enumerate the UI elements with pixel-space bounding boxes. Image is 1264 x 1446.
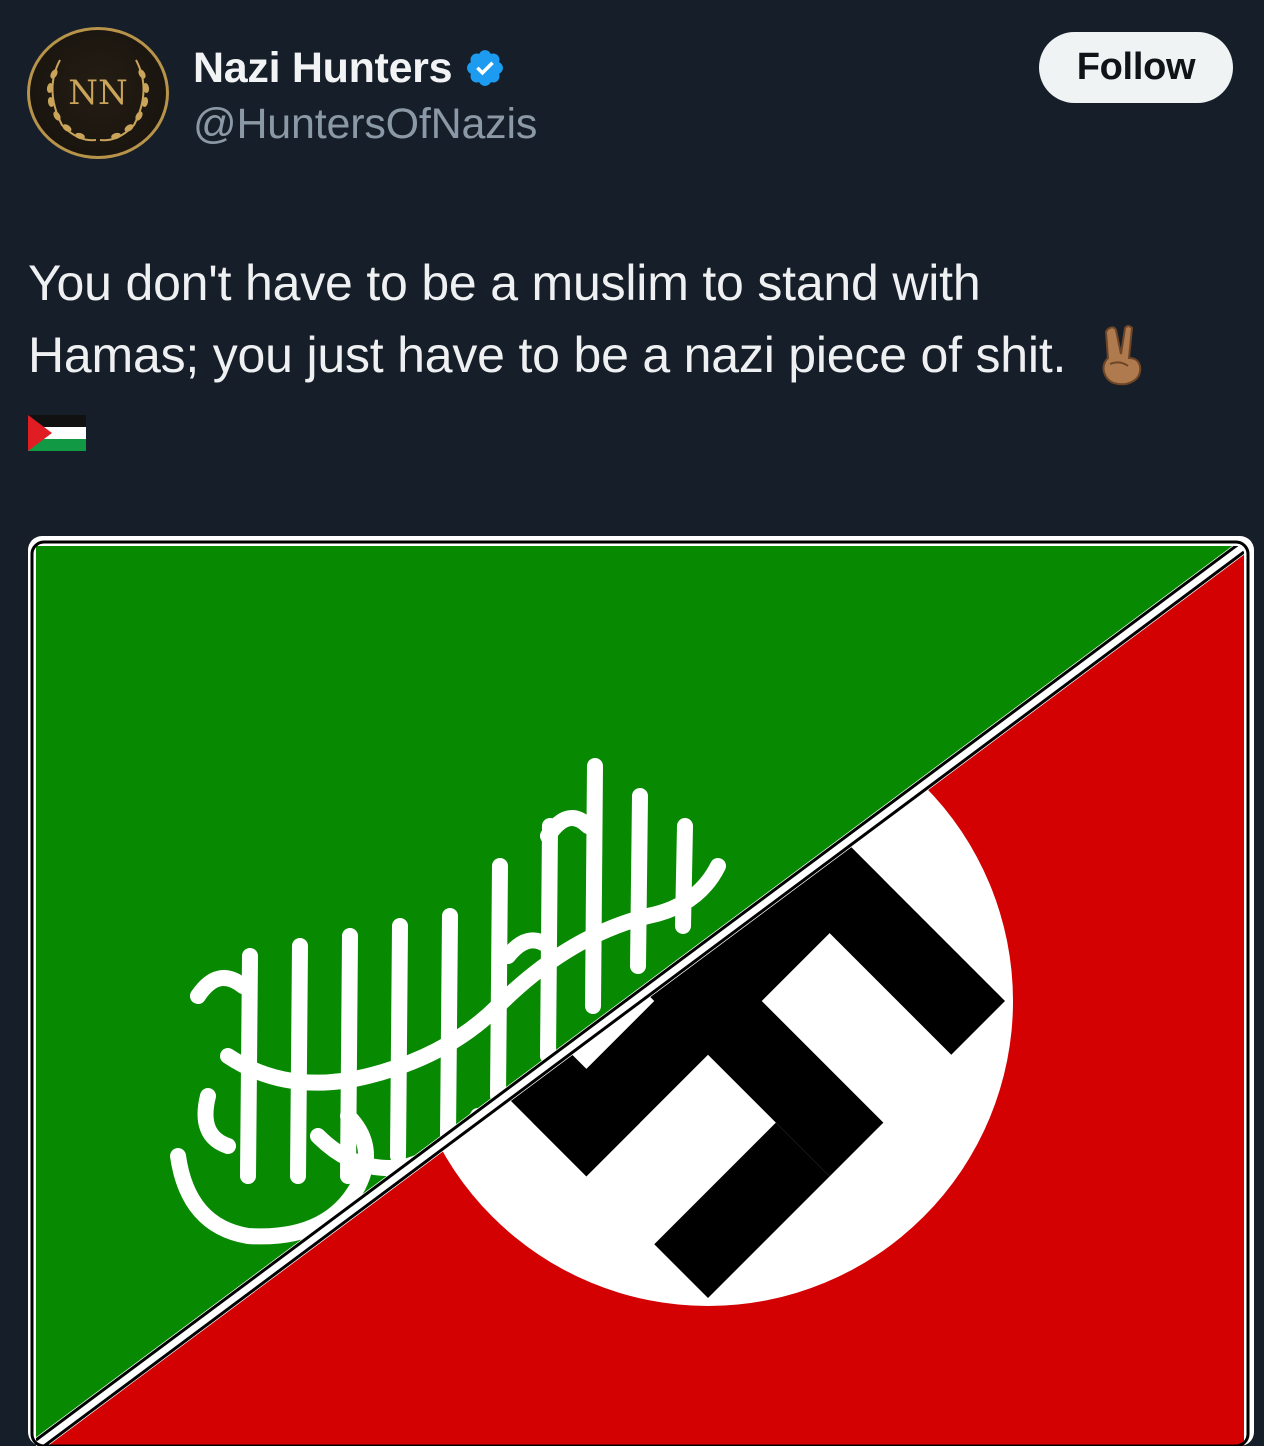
author-handle[interactable]: @HuntersOfNazis xyxy=(193,100,537,149)
tweet-card: NN Nazi Hunters @HuntersOfNazis Follow Y… xyxy=(0,0,1264,1446)
laurel-wreath-icon: NN xyxy=(46,59,150,142)
verified-badge-icon xyxy=(467,50,504,86)
tweet-text-line-2: Hamas; you just have to be a nazi piece … xyxy=(28,327,1067,383)
tweet-text-line-2-wrap: Hamas; you just have to be a nazi piece … xyxy=(28,319,1238,391)
avatar-monogram: NN xyxy=(68,73,128,113)
victory-hand-emoji-icon xyxy=(1102,324,1142,386)
palestine-flag-emoji-icon xyxy=(28,414,86,451)
tweet-text: You don't have to be a muslim to stand w… xyxy=(28,247,1238,463)
author-display-name[interactable]: Nazi Hunters xyxy=(193,44,453,93)
follow-button[interactable]: Follow xyxy=(1039,32,1233,103)
tweet-text-line-1: You don't have to be a muslim to stand w… xyxy=(28,255,981,311)
profile-avatar[interactable]: NN xyxy=(27,27,169,159)
tweet-text-line-3 xyxy=(28,391,1238,463)
split-flag-image xyxy=(28,536,1254,1446)
author-name-row[interactable]: Nazi Hunters xyxy=(193,40,506,96)
tweet-image[interactable] xyxy=(28,536,1254,1446)
